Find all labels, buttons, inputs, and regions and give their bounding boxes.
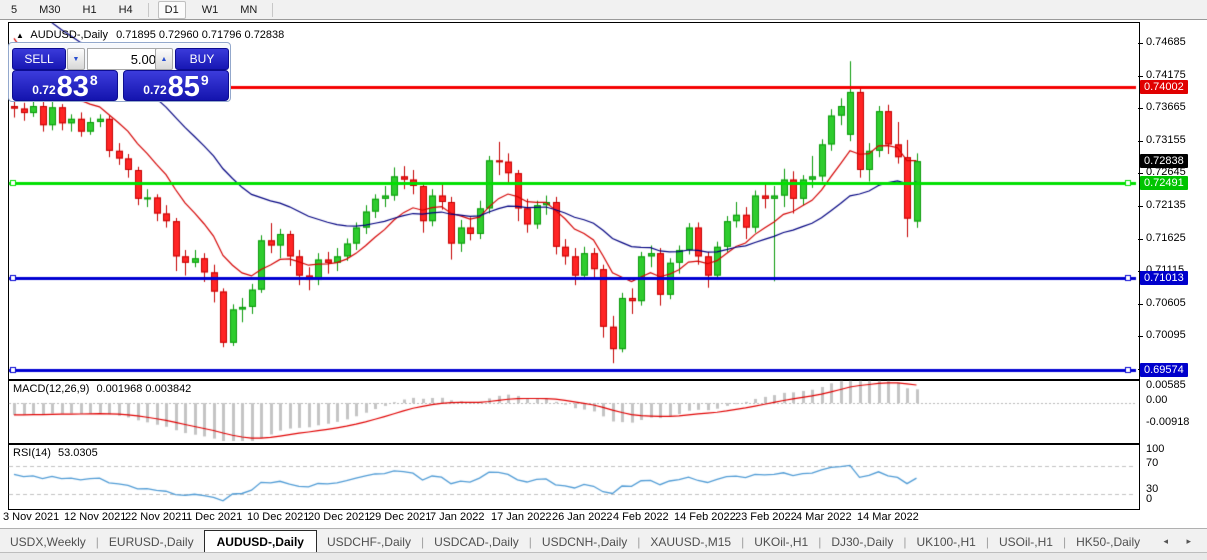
sell-price-button[interactable]: 0.72 83 8 — [12, 70, 118, 101]
one-click-trade-panel: SELL ▼ ▲ BUY 0.72 83 8 0.72 85 9 — [8, 42, 231, 102]
price-badge: 0.71013 — [1140, 271, 1188, 285]
rsi-value: 53.0305 — [58, 447, 98, 459]
price-tick-mark — [1138, 108, 1143, 109]
rsi-axis-label: 100 — [1146, 443, 1164, 455]
price-badge: 0.69574 — [1140, 363, 1188, 377]
sell-price-pip: 8 — [90, 72, 98, 88]
price-tick-label: 0.74175 — [1146, 69, 1186, 81]
date-label: 26 Jan 2022 — [552, 511, 613, 523]
price-tick-mark — [1138, 304, 1143, 305]
timeframe-H4[interactable]: H4 — [113, 2, 139, 18]
rsi-label: RSI(14) 53.0305 — [13, 447, 98, 459]
date-label: 7 Jan 2022 — [430, 511, 484, 523]
price-badge: 0.72491 — [1140, 176, 1188, 190]
volume-input[interactable] — [87, 48, 163, 70]
buy-price-pip: 9 — [201, 72, 209, 88]
sell-price-big: 83 — [57, 74, 89, 100]
date-label: 17 Jan 2022 — [491, 511, 552, 523]
tab-usdcad-daily[interactable]: USDCAD-,Daily — [424, 531, 529, 553]
tab-xauusd-m15[interactable]: XAUUSD-,M15 — [640, 531, 741, 553]
macd-axis-label: 0.00 — [1146, 394, 1167, 406]
price-badge: 0.74002 — [1140, 80, 1188, 94]
date-label: 20 Dec 2021 — [308, 511, 370, 523]
buy-price-big: 85 — [168, 74, 200, 100]
tab-audusd-daily[interactable]: AUDUSD-,Daily — [204, 530, 317, 553]
tab-hk50-daily[interactable]: HK50-,Daily — [1066, 531, 1150, 553]
buy-price-prefix: 0.72 — [143, 83, 166, 97]
tab-scroll-arrows[interactable]: ◂ ▸ — [1163, 536, 1207, 553]
buy-price-button[interactable]: 0.72 85 9 — [123, 70, 229, 101]
price-tick-mark — [1138, 173, 1143, 174]
macd-axis-label: -0.00918 — [1146, 416, 1189, 428]
price-tick-mark — [1138, 336, 1143, 337]
tab-eurusd-daily[interactable]: EURUSD-,Daily — [99, 531, 204, 553]
tab-dj30-daily[interactable]: DJ30-,Daily — [821, 531, 903, 553]
price-tick-label: 0.72135 — [1146, 199, 1186, 211]
date-label: 4 Feb 2022 — [613, 511, 669, 523]
tab-ukoil-h1[interactable]: UKOil-,H1 — [744, 531, 818, 553]
macd-label: MACD(12,26,9) 0.001968 0.003842 — [13, 383, 191, 395]
date-label: 14 Feb 2022 — [674, 511, 736, 523]
price-tick-mark — [1138, 206, 1143, 207]
timeframe-MN[interactable]: MN — [234, 2, 263, 18]
rsi-panel[interactable] — [8, 444, 1140, 510]
rsi-axis-label: 70 — [1146, 457, 1158, 469]
price-tick-mark — [1138, 141, 1143, 142]
volume-decrease-button[interactable]: ▼ — [67, 48, 85, 70]
volume-increase-button[interactable]: ▲ — [155, 48, 173, 70]
date-label: 29 Dec 2021 — [369, 511, 431, 523]
rsi-axis-label: 0 — [1146, 493, 1152, 505]
chart-arrow-icon: ▲ — [16, 31, 24, 40]
date-label: 3 Nov 2021 — [3, 511, 59, 523]
sell-price-prefix: 0.72 — [32, 83, 55, 97]
timeframe-5[interactable]: 5 — [5, 2, 23, 18]
tab-uk100-h1[interactable]: UK100-,H1 — [906, 531, 985, 553]
date-label: 12 Nov 2021 — [64, 511, 126, 523]
timeframe-M30[interactable]: M30 — [33, 2, 66, 18]
tab-usdchf-daily[interactable]: USDCHF-,Daily — [317, 531, 421, 553]
chart-ohlc-values: 0.71895 0.72960 0.71796 0.72838 — [116, 29, 284, 41]
timeframe-toolbar: 5 M30 H1 H4 D1 W1 MN — [0, 0, 1207, 20]
toolbar-separator — [148, 3, 149, 17]
tab-usdcnh-daily[interactable]: USDCNH-,Daily — [532, 531, 637, 553]
price-tick-mark — [1138, 239, 1143, 240]
price-tick-label: 0.70095 — [1146, 329, 1186, 341]
timeframe-W1[interactable]: W1 — [196, 2, 225, 18]
price-badge: 0.72838 — [1140, 154, 1188, 168]
rsi-name: RSI(14) — [13, 447, 51, 459]
price-tick-label: 0.73155 — [1146, 134, 1186, 146]
date-label: 10 Dec 2021 — [247, 511, 309, 523]
date-label: 1 Dec 2021 — [186, 511, 242, 523]
price-tick-mark — [1138, 76, 1143, 77]
date-label: 4 Mar 2022 — [796, 511, 852, 523]
buy-button[interactable]: BUY — [175, 48, 229, 70]
sell-button[interactable]: SELL — [12, 48, 66, 70]
price-tick-label: 0.74685 — [1146, 36, 1186, 48]
date-axis: 3 Nov 2021 12 Nov 202122 Nov 20211 Dec 20… — [0, 508, 1207, 528]
chart-symbol-period: AUDUSD-,Daily — [30, 29, 108, 41]
timeframe-H1[interactable]: H1 — [77, 2, 103, 18]
macd-values: 0.001968 0.003842 — [96, 383, 191, 395]
date-label: 23 Feb 2022 — [735, 511, 797, 523]
macd-axis-label: 0.00585 — [1146, 379, 1186, 391]
spin-up-icon: ▲ — [161, 56, 168, 63]
price-tick-mark — [1138, 43, 1143, 44]
date-label: 22 Nov 2021 — [125, 511, 187, 523]
spin-down-icon: ▼ — [73, 56, 80, 63]
date-label: 14 Mar 2022 — [857, 511, 919, 523]
price-tick-label: 0.70605 — [1146, 297, 1186, 309]
macd-name: MACD(12,26,9) — [13, 383, 89, 395]
timeframe-D1[interactable]: D1 — [158, 1, 186, 19]
chart-title: ▲ AUDUSD-,Daily 0.71895 0.72960 0.71796 … — [16, 29, 284, 41]
price-tick-label: 0.71625 — [1146, 232, 1186, 244]
toolbar-separator — [272, 3, 273, 17]
price-tick-label: 0.73665 — [1146, 101, 1186, 113]
tab-usoil-h1[interactable]: USOil-,H1 — [989, 531, 1063, 553]
chart-tab-bar: USDX,Weekly|EURUSD-,DailyAUDUSD-,DailyUS… — [0, 528, 1207, 553]
tab-usdx-weekly[interactable]: USDX,Weekly — [0, 531, 96, 553]
